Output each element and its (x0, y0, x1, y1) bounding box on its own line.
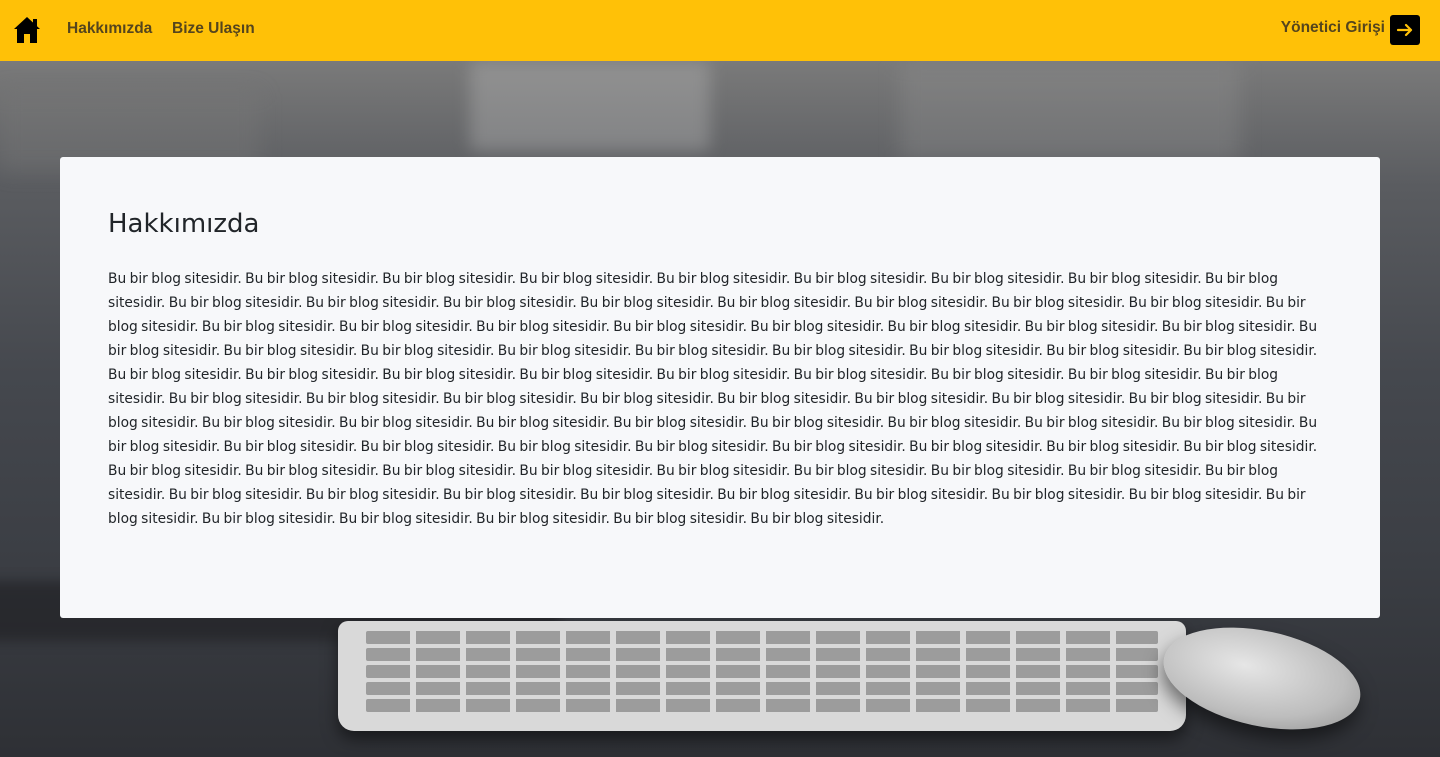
keyboard-key-row (366, 682, 1158, 695)
mouse-image (1154, 611, 1370, 746)
keyboard-key-row (366, 648, 1158, 661)
nav-link-about[interactable]: Hakkımızda (67, 20, 152, 38)
keyboard-key-row (366, 665, 1158, 678)
background-blur-shape (900, 61, 1240, 161)
about-card: Hakkımızda Bu bir blog sitesidir. Bu bir… (60, 157, 1380, 618)
nav-link-contact[interactable]: Bize Ulaşın (172, 20, 255, 38)
home-icon (14, 17, 40, 43)
admin-login-link[interactable]: Yönetici Girişi (1281, 19, 1385, 37)
page: Hakkımızda Bize Ulaşın Yönetici Girişi H… (0, 0, 1440, 757)
keyboard-key-row (366, 699, 1158, 712)
keyboard-image (338, 621, 1186, 731)
background-blur-shape (470, 61, 710, 151)
keyboard-key-row (366, 631, 1158, 644)
arrow-right-icon (1396, 23, 1413, 37)
about-text: Bu bir blog sitesidir. Bu bir blog sites… (108, 271, 1318, 527)
admin-login-button[interactable] (1390, 15, 1420, 45)
home-link[interactable] (13, 15, 41, 45)
top-navbar: Hakkımızda Bize Ulaşın Yönetici Girişi (0, 0, 1440, 61)
page-title: Hakkımızda (108, 209, 260, 239)
